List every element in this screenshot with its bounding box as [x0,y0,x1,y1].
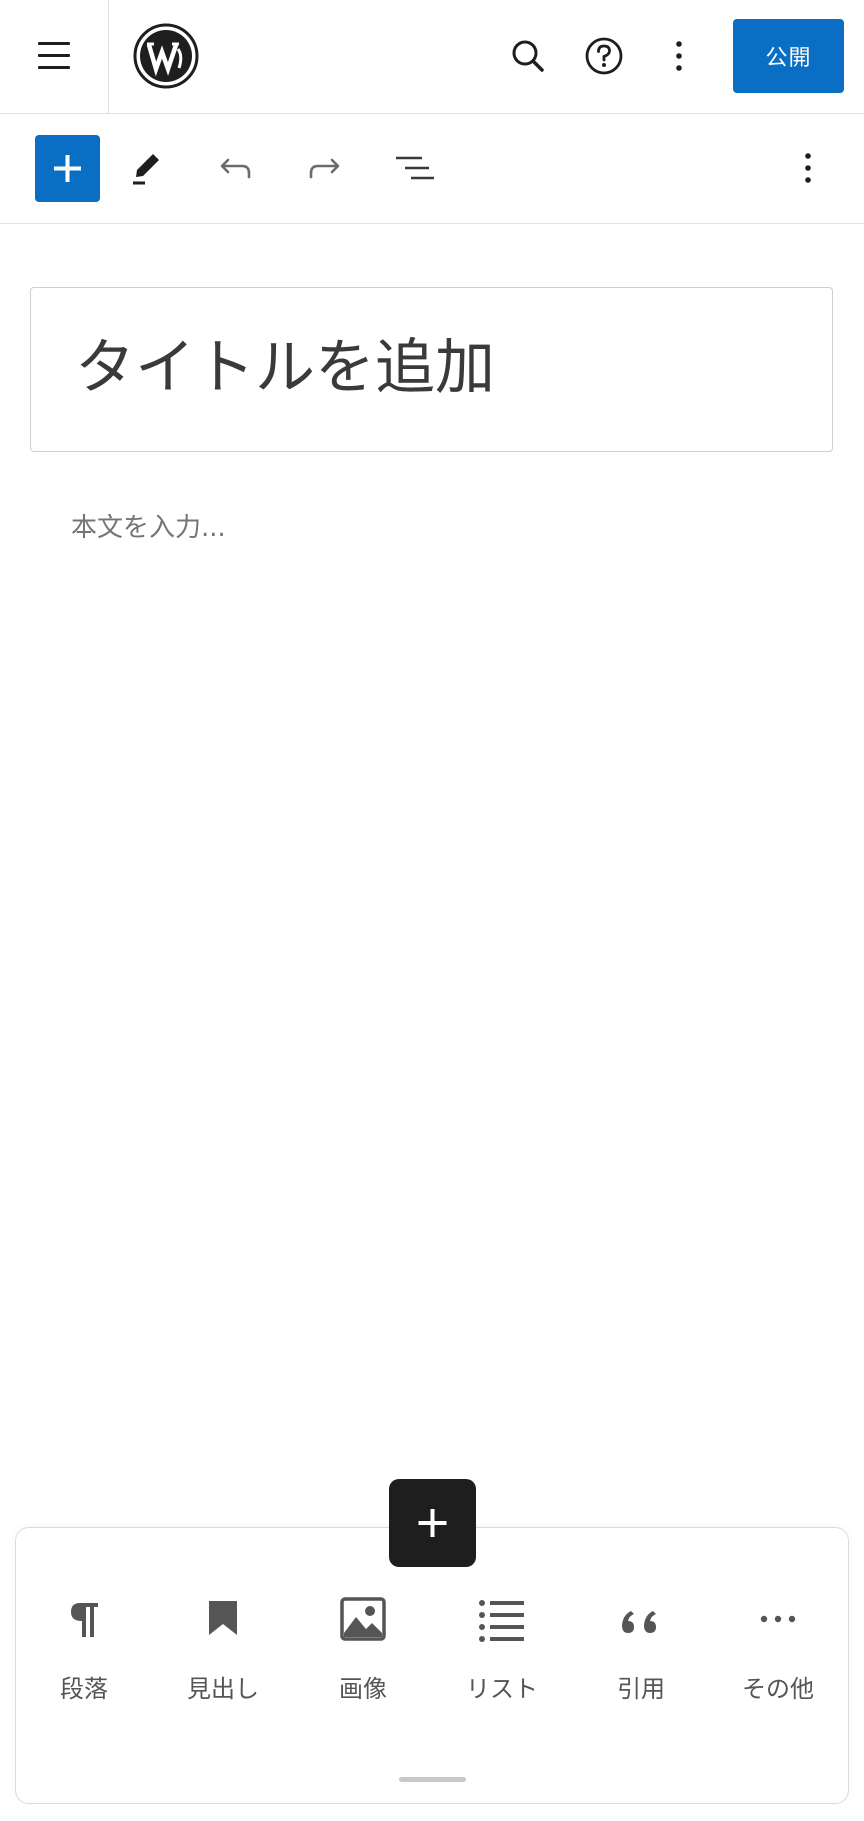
pencil-icon[interactable] [123,146,167,190]
add-block-button[interactable] [35,135,100,202]
more-vertical-icon[interactable] [657,34,701,78]
paragraph-icon [71,1603,98,1637]
options-more-vertical-icon[interactable] [786,146,830,190]
panel-drag-handle[interactable] [399,1777,466,1782]
quick-block-image[interactable]: 画像 [303,1583,423,1713]
plus-icon [418,1509,447,1537]
publish-button[interactable]: 公開 [733,19,844,93]
quick-block-heading[interactable]: 見出し [163,1583,283,1713]
editor-header: 公開 [0,0,864,114]
quick-block-label: 画像 [339,1675,387,1703]
quote-icon [622,1611,656,1633]
editor-toolbar [0,114,864,224]
quick-block-quote[interactable]: 引用 [581,1583,701,1713]
title-placeholder: タイトルを追加 [75,333,495,403]
hamburger-menu-icon[interactable] [38,42,70,70]
floating-add-block-button[interactable] [389,1479,476,1567]
quick-block-list[interactable]: リスト [442,1583,562,1713]
more-horizontal-icon [760,1615,796,1623]
quick-block-label: その他 [742,1675,814,1703]
plus-icon [54,155,81,182]
undo-icon[interactable] [214,146,258,190]
post-title-field[interactable]: タイトルを追加 [30,287,833,452]
document-outline-icon[interactable] [393,146,437,190]
help-icon[interactable] [582,34,626,78]
quick-block-label: リスト [466,1675,538,1703]
quick-block-label: 引用 [617,1675,665,1703]
heading-bookmark-icon [209,1601,237,1635]
redo-icon[interactable] [302,146,346,190]
search-icon[interactable] [506,34,550,78]
quick-block-label: 段落 [60,1675,108,1703]
quick-block-label: 見出し [187,1675,259,1703]
quick-block-more[interactable]: その他 [718,1583,838,1713]
block-editor: 公開 タイトルを追加 本文を入力... 段落 見出し 画像 リスト 引用 その他 [0,0,864,1821]
image-icon [340,1597,386,1641]
body-placeholder[interactable]: 本文を入力... [71,508,226,548]
list-icon [479,1600,524,1642]
wordpress-logo-icon[interactable] [133,23,199,89]
quick-block-paragraph[interactable]: 段落 [24,1583,144,1713]
menu-cell [0,0,109,113]
